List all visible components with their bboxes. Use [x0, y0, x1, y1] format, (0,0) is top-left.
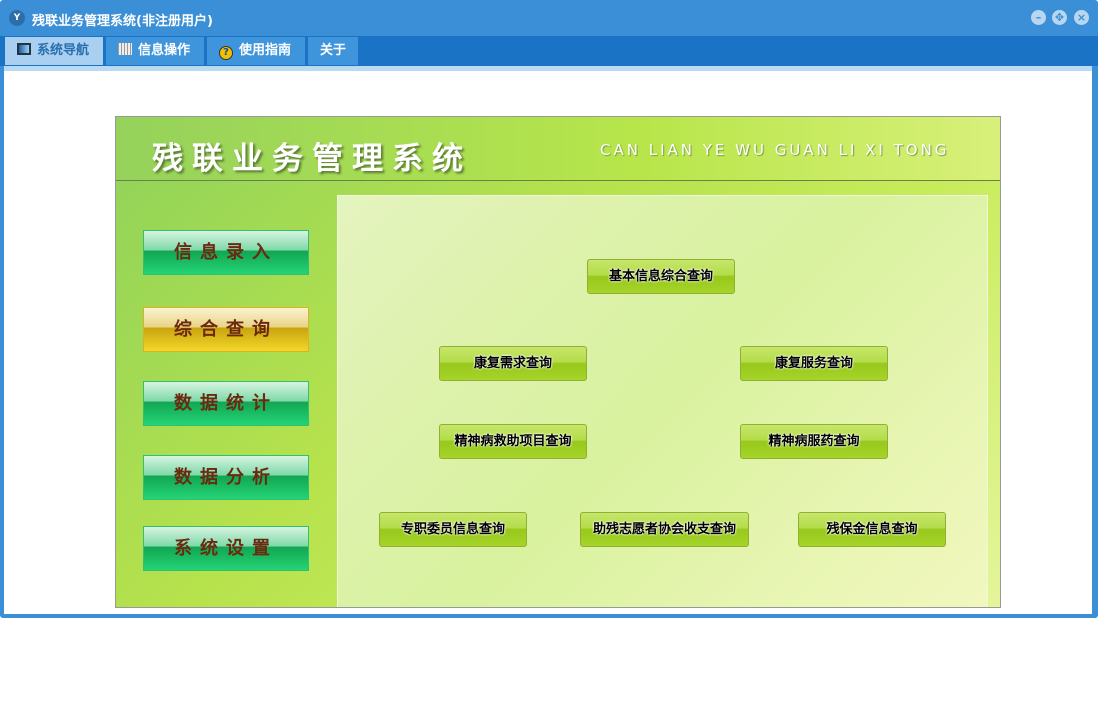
- minimize-icon[interactable]: –: [1031, 10, 1046, 25]
- tab-bar: 系统导航 信息操作 ? 使用指南 关于: [0, 36, 1098, 66]
- navigation-panel: 残联业务管理系统 CAN LIAN YE WU GUAN LI XI TONG …: [115, 116, 1001, 608]
- tab-about[interactable]: 关于: [308, 37, 358, 65]
- commissioner-query-button[interactable]: 专职委员信息查询: [379, 512, 527, 547]
- banner-header: 残联业务管理系统 CAN LIAN YE WU GUAN LI XI TONG: [116, 117, 1000, 181]
- window-title: 残联业务管理系统(非注册用户): [32, 14, 213, 29]
- banner-subtitle: CAN LIAN YE WU GUAN LI XI TONG: [600, 141, 950, 159]
- basic-info-query-button[interactable]: 基本信息综合查询: [587, 259, 735, 294]
- close-icon[interactable]: ×: [1074, 10, 1089, 25]
- help-icon: ?: [219, 46, 233, 60]
- monitor-icon: [17, 43, 31, 55]
- volunteer-finance-query-button[interactable]: 助残志愿者协会收支查询: [580, 512, 749, 547]
- nav-analysis-button[interactable]: 数据分析: [143, 455, 309, 500]
- nav-info-entry-button[interactable]: 信息录入: [143, 230, 309, 275]
- tab-label: 信息操作: [138, 43, 191, 58]
- rehab-service-query-button[interactable]: 康复服务查询: [740, 346, 888, 381]
- mental-medication-query-button[interactable]: 精神病服药查询: [740, 424, 888, 459]
- security-fund-query-button[interactable]: 残保金信息查询: [798, 512, 946, 547]
- tab-user-guide[interactable]: ? 使用指南: [207, 37, 305, 65]
- title-bar: Y 残联业务管理系统(非注册用户) – ✥ ×: [0, 0, 1098, 36]
- nav-query-button[interactable]: 综合查询: [143, 307, 309, 352]
- nav-settings-button[interactable]: 系统设置: [143, 526, 309, 571]
- tab-info-ops[interactable]: 信息操作: [106, 37, 204, 65]
- tab-label: 使用指南: [239, 43, 292, 58]
- mental-aid-query-button[interactable]: 精神病救助项目查询: [439, 424, 587, 459]
- tab-label: 关于: [320, 43, 347, 58]
- tab-label: 系统导航: [37, 43, 90, 58]
- rehab-demand-query-button[interactable]: 康复需求查询: [439, 346, 587, 381]
- restore-icon[interactable]: ✥: [1052, 10, 1067, 25]
- app-logo-icon: Y: [9, 10, 25, 26]
- banner-title: 残联业务管理系统: [152, 141, 472, 177]
- nav-statistics-button[interactable]: 数据统计: [143, 381, 309, 426]
- tab-system-nav[interactable]: 系统导航: [5, 37, 103, 65]
- grid-icon: [118, 43, 132, 55]
